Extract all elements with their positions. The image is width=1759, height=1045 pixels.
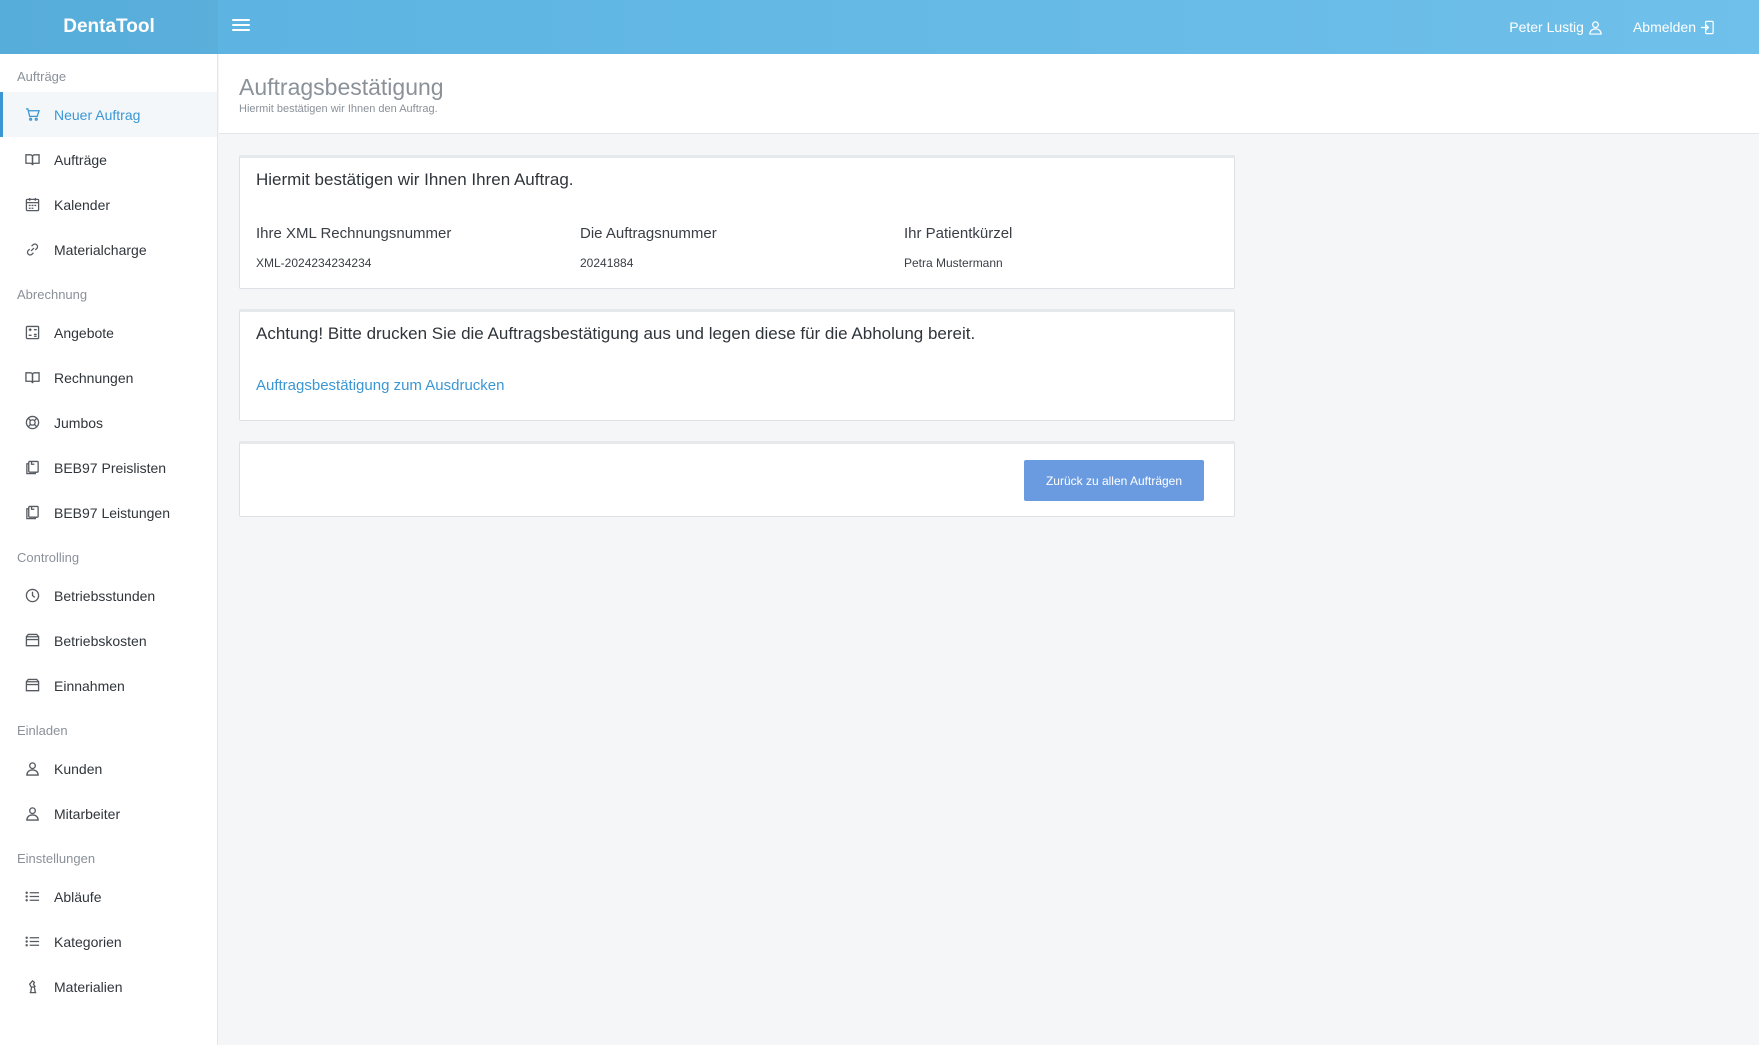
user-name: Peter Lustig [1509,19,1584,35]
sidebar-item-ablaeufe[interactable]: Abläufe [0,874,217,919]
sidebar-section-einladen: Einladen [17,723,68,738]
invoice-number-value: XML-2024234234234 [256,256,372,270]
sidebar-item-label: Materialien [54,978,123,995]
invoice-number-field: Ihre XML Rechnungsnummer XML-20242342342… [256,225,451,270]
sidebar-item-label: Jumbos [54,414,104,431]
sidebar-item-label: Neuer Auftrag [54,106,141,123]
sidebar-item-kalender[interactable]: Kalender [0,182,217,227]
user-icon [1589,20,1602,35]
logout-icon [1700,20,1714,34]
sidebar-item-beb97-preislisten[interactable]: BEB97 Preislisten [0,445,217,490]
sidebar-item-label: Mitarbeiter [54,805,121,822]
sidebar-section-controlling: Controlling [17,550,80,565]
invoice-number-label: Ihre XML Rechnungsnummer [256,225,452,242]
print-notice-title: Achtung! Bitte drucken Sie die Auftragsb… [256,324,976,343]
back-to-orders-button[interactable]: Zurück zu allen Aufträgen [1024,460,1204,501]
calendar-icon [25,197,40,212]
sidebar-item-label: Abläufe [54,888,102,905]
sidebar-item-label: BEB97 Preislisten [54,459,167,476]
sidebar-item-jumbos[interactable]: Jumbos [0,400,217,445]
documents-icon [26,505,39,520]
order-number-field: Die Auftragsnummer 20241884 [580,225,717,270]
sidebar-item-kunden[interactable]: Kunden [0,746,217,791]
top-bar: DentaTool Peter Lustig Abmelden [0,0,1759,54]
sidebar-item-rechnungen[interactable]: Rechnungen [0,355,217,400]
brand-logo[interactable]: DentaTool [0,0,218,54]
wallet-icon [25,678,40,692]
actions-card: Zurück zu allen Aufträgen [239,441,1235,517]
patient-code-value: Petra Mustermann [904,256,1003,270]
calculator-icon [25,325,40,340]
user-menu: Peter Lustig Abmelden [1509,0,1715,54]
user-profile-link[interactable]: Peter Lustig [1509,19,1603,35]
chess-icon [28,979,37,994]
sidebar-section-einstellungen: Einstellungen [17,851,96,866]
clock-icon [25,588,40,603]
page-title: Auftragsbestätigung [239,74,444,100]
user-icon [26,807,39,821]
sidebar-item-einnahmen[interactable]: Einnahmen [0,663,217,708]
sidebar-section-auftraege: Aufträge [17,69,67,84]
sidebar-item-label: Betriebsstunden [54,587,156,604]
sidebar-item-kategorien[interactable]: Kategorien [0,919,217,964]
sidebar-item-materialien[interactable]: Materialien [0,964,217,1009]
list-icon [25,936,40,947]
sidebar-item-label: Aufträge [54,151,107,168]
sidebar-item-mitarbeiter[interactable]: Mitarbeiter [0,791,217,836]
book-icon [25,154,40,166]
logout-label: Abmelden [1632,19,1696,35]
documents-icon [26,460,39,475]
sidebar-item-label: Rechnungen [54,369,134,386]
sidebar: Aufträge Neuer Auftrag Aufträge Kalender Mat… [0,54,218,1045]
patient-code-field: Ihr Patientkürzel Petra Mustermann [904,225,1012,270]
print-confirmation-link[interactable]: Auftragsbestätigung zum Ausdrucken [256,377,504,394]
sidebar-item-betriebsstunden[interactable]: Betriebsstunden [0,573,217,618]
menu-toggle-icon[interactable] [232,16,250,34]
order-number-value: 20241884 [580,256,634,270]
patient-code-label: Ihr Patientkürzel [904,225,1013,242]
link-icon [26,243,39,256]
sidebar-item-label: BEB97 Leistungen [54,504,170,521]
sidebar-item-label: Einnahmen [54,677,125,694]
print-notice-card: Achtung! Bitte drucken Sie die Auftragsb… [239,309,1235,421]
sidebar-item-angebote[interactable]: Angebote [0,310,217,355]
sidebar-item-label: Materialcharge [54,241,147,258]
sidebar-item-label: Kunden [54,760,103,777]
wallet-icon [25,633,40,647]
book-icon [25,372,40,384]
sidebar-item-neuer-auftrag[interactable]: Neuer Auftrag [0,92,217,137]
sidebar-item-label: Kalender [54,196,111,213]
list-icon [25,891,40,902]
confirmation-title: Hiermit bestätigen wir Ihnen Ihren Auftr… [256,170,574,189]
sidebar-item-beb97-leistungen[interactable]: BEB97 Leistungen [0,490,217,535]
sidebar-item-label: Angebote [54,324,114,341]
lifebuoy-icon [25,415,40,430]
sidebar-item-betriebskosten[interactable]: Betriebskosten [0,618,217,663]
sidebar-item-label: Betriebskosten [54,632,147,649]
page-subtitle: Hiermit bestätigen wir Ihnen den Auftrag… [239,103,438,115]
confirmation-card: Hiermit bestätigen wir Ihnen Ihren Auftr… [239,155,1235,289]
sidebar-item-materialcharge[interactable]: Materialcharge [0,227,217,272]
logout-link[interactable]: Abmelden [1633,19,1715,35]
sidebar-item-auftraege[interactable]: Aufträge [0,137,217,182]
order-number-label: Die Auftragsnummer [580,225,717,242]
cart-icon [25,108,40,121]
sidebar-section-abrechnung: Abrechnung [17,287,88,302]
page-header: Auftragsbestätigung Hiermit bestätigen w… [219,54,1759,134]
user-icon [26,762,39,776]
sidebar-item-label: Kategorien [54,933,122,950]
